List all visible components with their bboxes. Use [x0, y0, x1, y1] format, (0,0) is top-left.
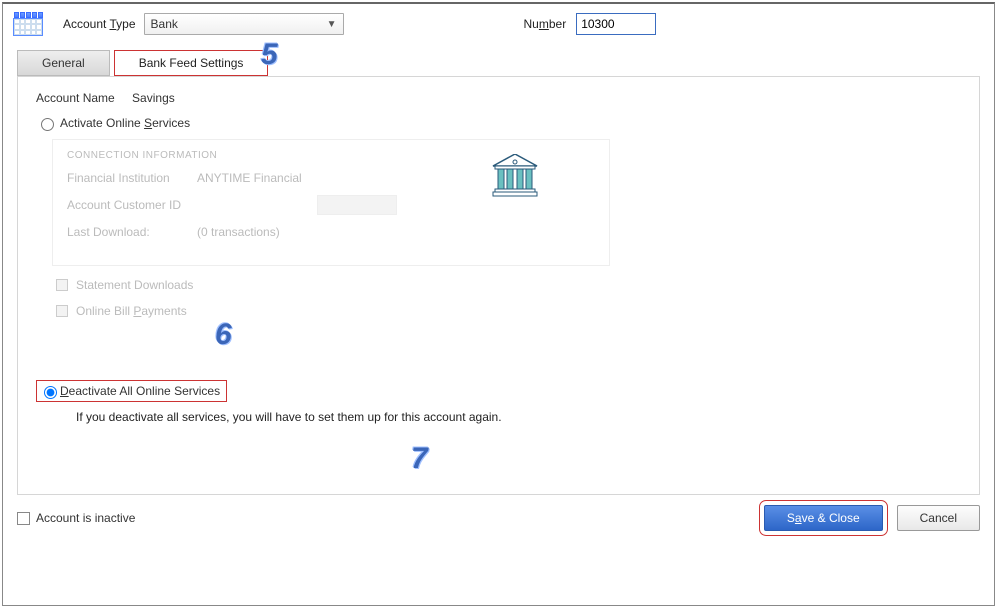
deactivate-services-label: Deactivate All Online Services	[60, 384, 220, 398]
number-label: Number	[524, 17, 567, 31]
footer-row: Account is inactive Save & Close Cancel	[3, 495, 994, 541]
deactivate-services-box: Deactivate All Online Services	[36, 380, 227, 402]
last-download-label: Last Download:	[67, 225, 197, 239]
statement-downloads-checkbox	[56, 279, 68, 291]
tab-bank-feed-settings[interactable]: Bank Feed Settings	[114, 50, 269, 76]
chevron-down-icon: ▼	[327, 19, 337, 30]
online-bill-payments-row: Online Bill Payments	[56, 304, 961, 318]
online-bill-payments-checkbox	[56, 305, 68, 317]
bank-building-icon	[491, 154, 539, 198]
edit-account-window: Account Type Bank ▼ Number General Bank …	[2, 2, 995, 606]
financial-institution-label: Financial Institution	[67, 171, 197, 185]
disabled-options: Statement Downloads Online Bill Payments	[56, 278, 961, 318]
activate-services-label: Activate Online Services	[60, 116, 190, 130]
account-type-label: Account Type	[63, 17, 136, 31]
activate-services-radio-row: Activate Online Services	[36, 115, 961, 131]
tabs: General Bank Feed Settings	[17, 50, 994, 76]
deactivate-services-radio[interactable]	[44, 386, 57, 399]
annotation-6: 6	[215, 318, 232, 352]
online-bill-payments-label: Online Bill Payments	[76, 304, 187, 318]
header-row: Account Type Bank ▼ Number	[3, 4, 994, 46]
annotation-5: 5	[261, 38, 278, 72]
last-download-value: (0 transactions)	[197, 225, 280, 239]
statement-downloads-label: Statement Downloads	[76, 278, 193, 292]
last-download-row: Last Download: (0 transactions)	[67, 225, 595, 239]
save-close-button[interactable]: Save & Close	[764, 505, 883, 531]
customer-id-label: Account Customer ID	[67, 198, 197, 212]
bank-feed-panel: Account Name Savings Activate Online Ser…	[17, 76, 980, 495]
financial-institution-value: ANYTIME Financial	[197, 171, 302, 185]
account-inactive-checkbox[interactable]	[17, 512, 30, 525]
account-type-value: Bank	[151, 17, 178, 31]
account-name-row: Account Name Savings	[36, 91, 961, 105]
number-input[interactable]	[576, 13, 656, 35]
customer-id-input	[317, 195, 397, 215]
customer-id-row: Account Customer ID	[67, 195, 595, 215]
account-inactive-label: Account is inactive	[36, 511, 135, 525]
account-type-icon	[13, 12, 43, 36]
statement-downloads-row: Statement Downloads	[56, 278, 961, 292]
deactivate-warning: If you deactivate all services, you will…	[76, 410, 961, 424]
cancel-button[interactable]: Cancel	[897, 505, 980, 531]
tab-general[interactable]: General	[17, 50, 110, 76]
connection-info-section: CONNECTION INFORMATION Financial Institu…	[52, 139, 610, 266]
activate-services-radio[interactable]	[41, 118, 54, 131]
annotation-7: 7	[411, 442, 428, 476]
inactive-checkbox-row: Account is inactive	[17, 511, 135, 525]
account-name-label: Account Name	[36, 91, 115, 105]
account-name-value: Savings	[132, 91, 175, 105]
account-type-dropdown[interactable]: Bank ▼	[144, 13, 344, 35]
